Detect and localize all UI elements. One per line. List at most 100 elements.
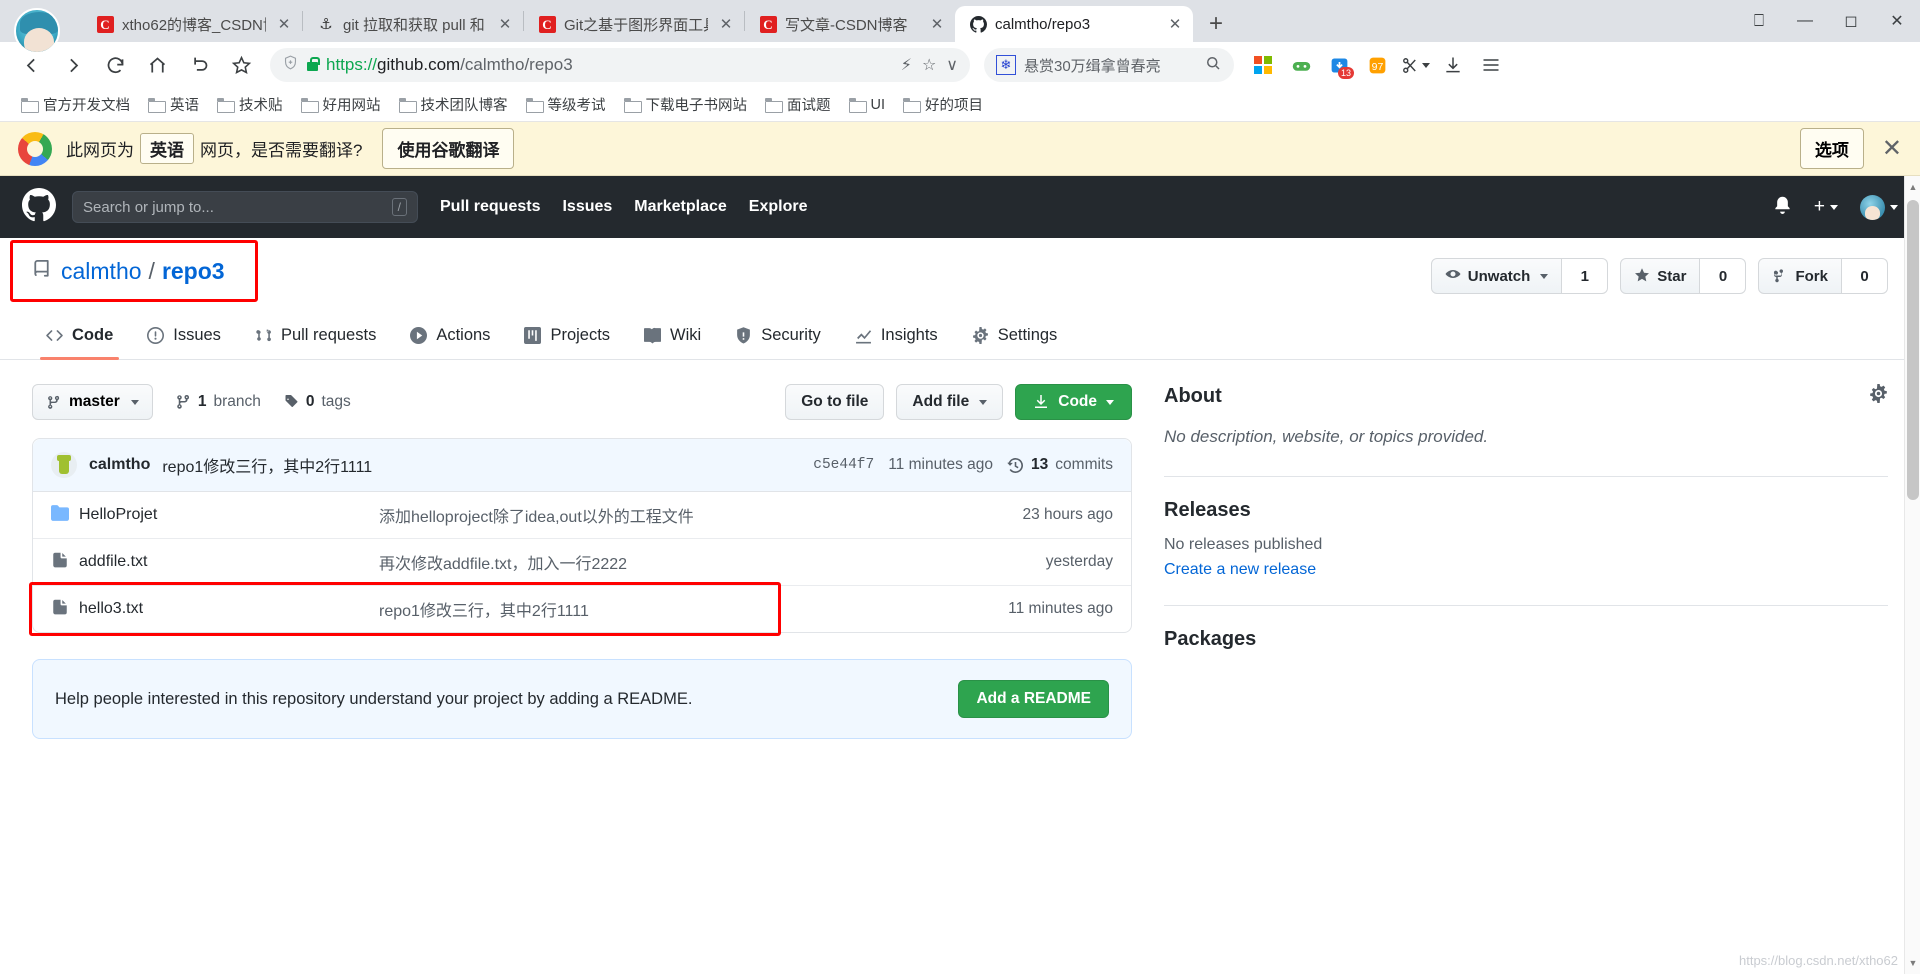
nav-issues[interactable]: Issues	[562, 198, 612, 216]
github-mark-icon[interactable]	[22, 187, 56, 227]
fork-button[interactable]: Fork	[1758, 258, 1842, 294]
language-chip[interactable]: 英语	[140, 133, 194, 164]
browser-tab[interactable]: C xtho62的博客_CSDN博客- ✕	[82, 6, 302, 42]
close-icon[interactable]: ✕	[927, 15, 947, 33]
home-icon[interactable]	[138, 46, 176, 84]
close-icon[interactable]: ✕	[495, 15, 515, 33]
file-commit-message[interactable]: repo1修改三行，其中2行1111	[379, 597, 1008, 621]
profile-avatar[interactable]	[14, 8, 60, 54]
create-new-button[interactable]: +	[1814, 196, 1838, 218]
nav-pull-requests[interactable]: Pull requests	[440, 198, 540, 216]
repo-name-link[interactable]: repo3	[162, 258, 225, 285]
commit-message[interactable]: repo1修改三行，其中2行1111	[162, 453, 372, 477]
tags-count[interactable]: 0 tags	[283, 393, 351, 411]
magnifier-icon[interactable]	[1204, 54, 1222, 77]
tab-projects[interactable]: Projects	[510, 316, 624, 359]
tab-settings[interactable]: Settings	[958, 316, 1072, 359]
close-icon[interactable]: ✕	[1882, 134, 1902, 163]
commits-count-link[interactable]: 13 commits	[1007, 456, 1113, 474]
download-manager-icon[interactable]: 13	[1322, 48, 1356, 82]
add-readme-button[interactable]: Add a README	[958, 680, 1109, 718]
file-name[interactable]: addfile.txt	[79, 553, 379, 571]
go-to-file-button[interactable]: Go to file	[785, 384, 885, 420]
bookmark-item[interactable]: 英语	[141, 91, 206, 118]
scrollbar-thumb[interactable]	[1907, 200, 1919, 500]
bookmark-item[interactable]: UI	[842, 94, 893, 116]
close-icon[interactable]: ✕	[274, 15, 294, 33]
bookmark-item[interactable]: 技术团队博客	[392, 91, 515, 118]
file-commit-message[interactable]: 再次修改addfile.txt，加入一行2222	[379, 550, 1046, 574]
tab-actions[interactable]: Actions	[396, 316, 504, 359]
branches-count[interactable]: 1 branch	[175, 393, 261, 411]
table-row[interactable]: hello3.txt repo1修改三行，其中2行1111 11 minutes…	[29, 582, 1131, 636]
branch-selector[interactable]: master	[32, 384, 153, 420]
table-row[interactable]: HelloProjet 添加helloproject除了idea,out以外的工…	[33, 492, 1131, 539]
undo-icon[interactable]	[180, 46, 218, 84]
forward-arrow-icon[interactable]	[54, 46, 92, 84]
bookmark-star-icon[interactable]: ☆	[922, 55, 936, 75]
browser-tab[interactable]: C Git之基于图形界面工具Tor ✕	[524, 6, 744, 42]
bookmark-item[interactable]: 好用网站	[294, 91, 388, 118]
file-name[interactable]: HelloProjet	[79, 506, 379, 524]
user-menu[interactable]	[1860, 194, 1898, 220]
scroll-up-arrow-icon[interactable]: ▲	[1905, 178, 1920, 196]
close-icon[interactable]: ✕	[1165, 15, 1185, 33]
download-icon[interactable]	[1436, 48, 1470, 82]
tab-insights[interactable]: Insights	[841, 316, 952, 359]
translate-97-icon[interactable]: 97	[1360, 48, 1394, 82]
lightning-icon[interactable]: ⚡	[901, 55, 912, 75]
github-search-input[interactable]: Search or jump to... /	[72, 191, 418, 223]
close-window-button[interactable]: ✕	[1874, 0, 1920, 42]
bookmark-item[interactable]: 官方开发文档	[14, 91, 137, 118]
bookmark-item[interactable]: 好的项目	[896, 91, 990, 118]
bookmark-item[interactable]: 等级考试	[519, 91, 613, 118]
create-release-link[interactable]: Create a new release	[1164, 561, 1888, 579]
star-icon[interactable]	[222, 46, 260, 84]
page-scrollbar[interactable]: ▲ ▼	[1904, 176, 1920, 974]
bookmark-item[interactable]: 技术贴	[210, 91, 290, 118]
nav-explore[interactable]: Explore	[749, 198, 808, 216]
star-button[interactable]: Star	[1620, 258, 1701, 294]
tab-security[interactable]: Security	[721, 316, 835, 359]
code-download-button[interactable]: Code	[1015, 384, 1132, 420]
watch-count[interactable]: 1	[1562, 258, 1609, 294]
translate-options-button[interactable]: 选项	[1799, 128, 1864, 169]
reload-icon[interactable]	[96, 46, 134, 84]
tab-wiki[interactable]: Wiki	[630, 316, 715, 359]
unwatch-button[interactable]: Unwatch	[1430, 258, 1563, 294]
maximize-button[interactable]: ◻	[1828, 0, 1874, 42]
add-file-button[interactable]: Add file	[896, 384, 1004, 420]
repo-owner-link[interactable]: calmtho	[61, 258, 142, 285]
file-name[interactable]: hello3.txt	[79, 600, 379, 618]
browser-tab[interactable]: ⚓ git 拉取和获取 pull 和 fet ✕	[303, 6, 523, 42]
search-input[interactable]: ❄ 悬赏30万缉拿曾春亮	[984, 48, 1234, 82]
bookmark-item[interactable]: 面试题	[758, 91, 838, 118]
scroll-down-arrow-icon[interactable]: ▼	[1905, 954, 1920, 972]
star-count[interactable]: 0	[1700, 258, 1747, 294]
new-tab-button[interactable]: +	[1199, 8, 1233, 42]
nav-marketplace[interactable]: Marketplace	[634, 198, 727, 216]
close-icon[interactable]: ✕	[716, 15, 736, 33]
scissors-icon[interactable]	[1398, 48, 1432, 82]
microsoft-icon[interactable]	[1246, 48, 1280, 82]
tab-issues[interactable]: Issues	[133, 316, 235, 359]
tab-pull-requests[interactable]: Pull requests	[241, 316, 390, 359]
minimize-button[interactable]: —	[1782, 0, 1828, 42]
fork-count[interactable]: 0	[1842, 258, 1888, 294]
bookmark-item[interactable]: 下载电子书网站	[617, 91, 755, 118]
browser-tab-active[interactable]: calmtho/repo3 ✕	[955, 6, 1193, 42]
browser-tab[interactable]: C 写文章-CSDN博客 ✕	[745, 6, 955, 42]
address-bar[interactable]: https://github.com/calmtho/repo3 ⚡ ☆ ∨	[270, 48, 970, 82]
table-row[interactable]: addfile.txt 再次修改addfile.txt，加入一行2222 yes…	[33, 539, 1131, 586]
menu-icon[interactable]	[1474, 48, 1508, 82]
translate-button[interactable]: 使用谷歌翻译	[382, 128, 515, 169]
bell-icon[interactable]	[1773, 195, 1792, 219]
cast-icon[interactable]: ⎕	[1736, 0, 1782, 42]
commit-author[interactable]: calmtho	[89, 456, 150, 474]
chevron-down-icon[interactable]: ∨	[946, 55, 958, 75]
file-commit-message[interactable]: 添加helloproject除了idea,out以外的工程文件	[379, 503, 1023, 527]
commit-hash[interactable]: c5e44f7	[813, 457, 874, 473]
tab-code[interactable]: Code	[32, 316, 127, 360]
gear-icon[interactable]	[1869, 384, 1888, 408]
game-controller-icon[interactable]	[1284, 48, 1318, 82]
